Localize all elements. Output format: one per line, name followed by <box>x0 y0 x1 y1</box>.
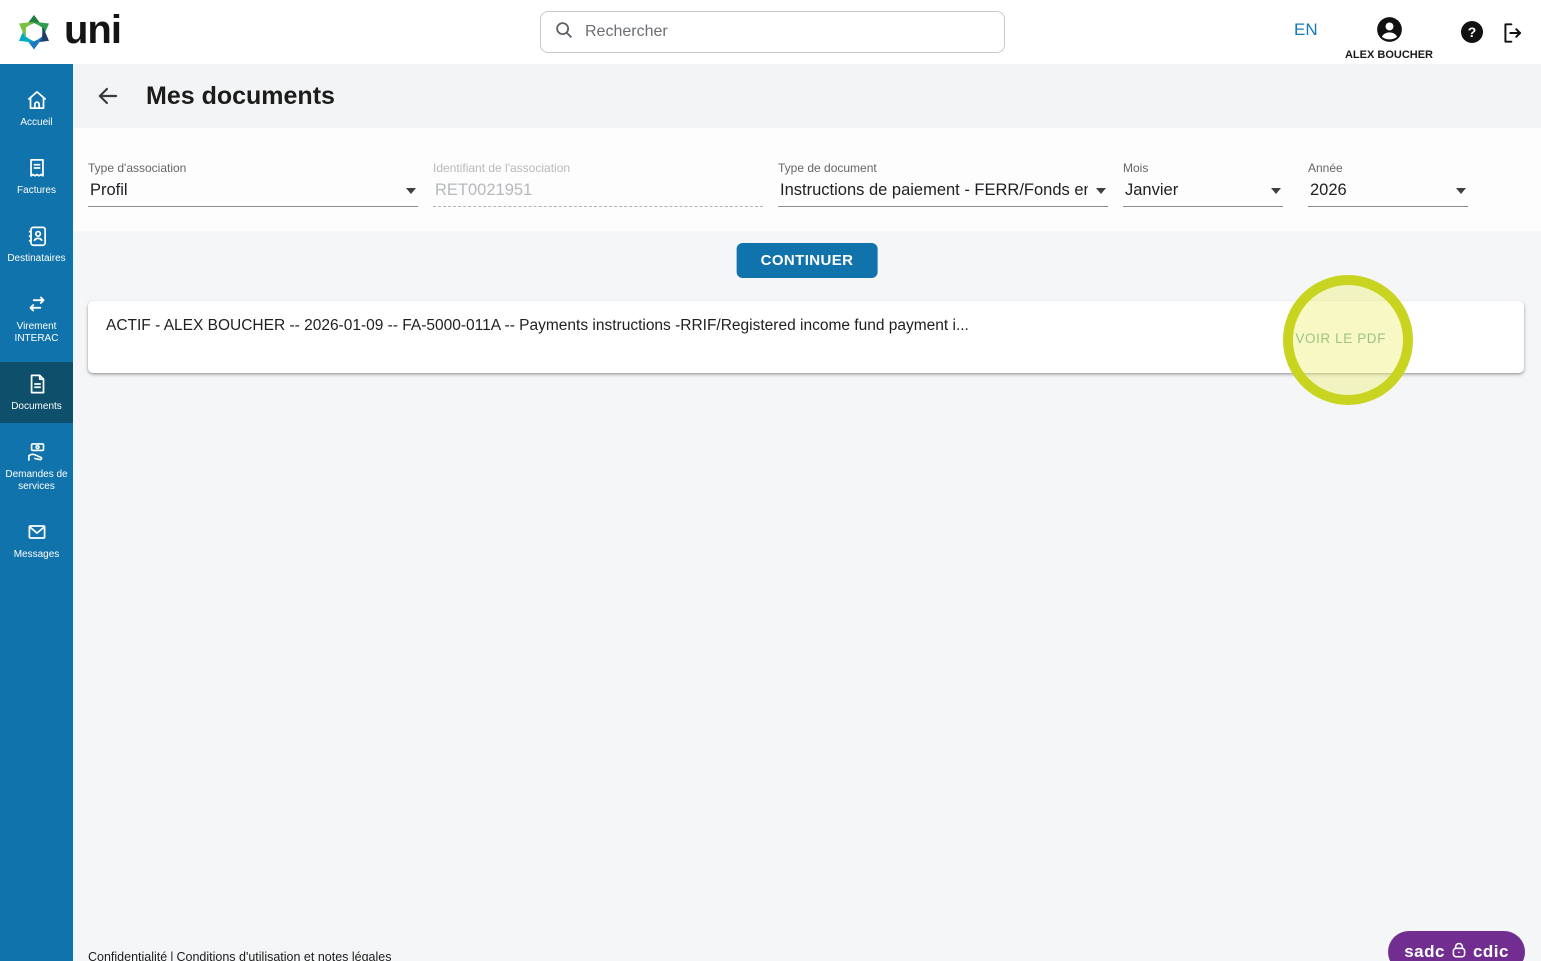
type-association-select[interactable]: Profil <box>88 178 418 207</box>
sidebar-item-label: Virement INTERAC <box>14 321 59 344</box>
filter-annee: Année 2026 <box>1308 161 1468 207</box>
sidebar-item-messages[interactable]: Messages <box>0 510 73 571</box>
back-arrow-icon[interactable] <box>95 83 121 109</box>
filter-label: Année <box>1308 161 1343 175</box>
sidebar-item-label: Demandes de services <box>5 469 68 492</box>
footer-link-confidentialite[interactable]: Confidentialité <box>88 950 167 961</box>
filters-bar: Type d'association Profil Identifiant de… <box>73 128 1541 231</box>
user-menu[interactable]: ALEX BOUCHER <box>1344 16 1434 61</box>
chevron-down-icon <box>1456 187 1466 194</box>
chevron-down-icon <box>1096 187 1106 194</box>
filter-type-association: Type d'association Profil <box>88 161 418 207</box>
sidebar-item-label: Messages <box>13 549 60 560</box>
logout-icon[interactable] <box>1500 20 1526 51</box>
sidebar-item-documents[interactable]: Documents <box>0 362 73 423</box>
mois-select[interactable]: Janvier <box>1123 178 1283 207</box>
footer-link-conditions[interactable]: Conditions d'utilisation et notes légale… <box>176 950 391 961</box>
document-icon <box>24 371 50 397</box>
filter-label: Type d'association <box>88 161 187 175</box>
view-pdf-link[interactable]: VOIR LE PDF <box>1295 331 1386 346</box>
uni-logo[interactable]: uni <box>8 4 122 61</box>
filter-label: Identifiant de l'association <box>433 161 571 175</box>
footer-separator: | <box>170 950 174 961</box>
language-toggle[interactable]: EN <box>1294 20 1318 40</box>
home-icon <box>24 87 50 113</box>
global-search[interactable] <box>540 11 1005 53</box>
filter-label: Type de document <box>778 161 877 175</box>
sidebar-item-label: Factures <box>17 185 56 196</box>
sidebar-item-factures[interactable]: Factures <box>0 146 73 207</box>
invoice-icon <box>24 155 50 181</box>
chevron-down-icon <box>1271 187 1281 194</box>
help-icon[interactable]: ? <box>1460 20 1484 49</box>
sidebar-item-demandes-de-services[interactable]: Demandes de services <box>0 430 73 503</box>
document-row: ACTIF - ALEX BOUCHER -- 2026-01-09 -- FA… <box>88 301 1524 373</box>
sadc-cdic-badge: sadc cdic <box>1388 931 1525 961</box>
filter-label: Mois <box>1123 161 1149 175</box>
filter-mois: Mois Janvier <box>1123 161 1283 207</box>
page-title: Mes documents <box>146 81 335 110</box>
avatar-icon <box>1376 17 1403 47</box>
page-titlebar: Mes documents <box>73 64 1541 128</box>
service-request-icon <box>24 439 50 465</box>
results-area: CONTINUER ACTIF - ALEX BOUCHER -- 2026-0… <box>73 231 1541 961</box>
type-document-select[interactable]: Instructions de paiement - FERR/Fonds en… <box>778 178 1108 207</box>
search-input[interactable] <box>585 23 992 41</box>
sidebar-item-label: Accueil <box>20 117 53 128</box>
uni-star-icon <box>8 4 60 61</box>
uni-logo-text: uni <box>64 8 122 52</box>
user-name: ALEX BOUCHER <box>1344 49 1433 61</box>
document-row-text: ACTIF - ALEX BOUCHER -- 2026-01-09 -- FA… <box>106 317 969 334</box>
sidebar-item-virement-interac[interactable]: Virement INTERAC <box>0 282 73 355</box>
filter-type-document: Type de document Instructions de paiemen… <box>778 161 1108 207</box>
sidebar-item-label: Destinataires <box>7 253 66 264</box>
footer-links: Confidentialité | Conditions d'utilisation… <box>88 950 392 961</box>
sidebar-item-destinataires[interactable]: Destinataires <box>0 214 73 275</box>
sidebar-item-label: Documents <box>11 401 62 412</box>
identifiant-association-input: RET0021951 <box>433 178 763 207</box>
continue-button[interactable]: CONTINUER <box>736 243 878 278</box>
annee-select[interactable]: 2026 <box>1308 178 1468 207</box>
envelope-icon <box>24 519 50 545</box>
search-icon <box>553 19 575 46</box>
sidebar-nav: Accueil Factures Destinataires Virement … <box>0 64 73 961</box>
transfer-arrows-icon <box>24 291 50 317</box>
filter-identifiant-association: Identifiant de l'association RET0021951 <box>433 161 763 207</box>
contacts-icon <box>24 223 50 249</box>
top-header: uni EN ALEX BOUCHER ? <box>0 0 1541 64</box>
main-content: Mes documents Type d'association Profil … <box>73 64 1541 961</box>
badge-sadc-text: sadc <box>1404 942 1445 961</box>
sidebar-item-accueil[interactable]: Accueil <box>0 78 73 139</box>
svg-text:?: ? <box>1468 24 1477 40</box>
padlock-icon <box>1445 941 1473 961</box>
chevron-down-icon <box>406 187 416 194</box>
badge-cdic-text: cdic <box>1472 942 1509 961</box>
